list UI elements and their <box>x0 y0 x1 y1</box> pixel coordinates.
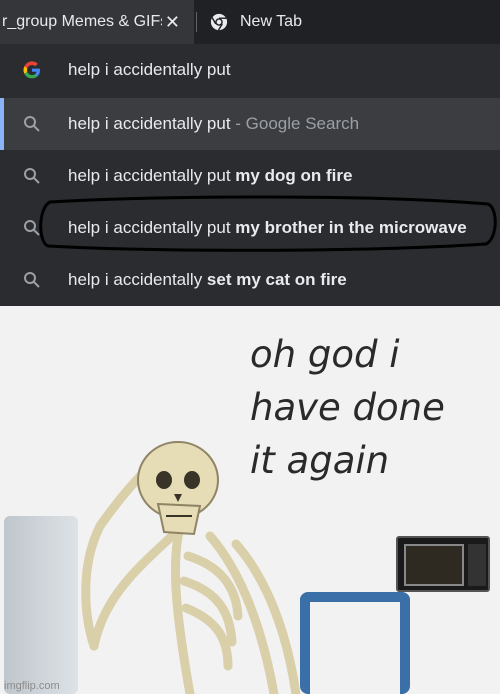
suggestion-suffix: - Google Search <box>230 114 360 133</box>
suggestion-item[interactable]: help i accidentally set my cat on fire <box>0 254 500 306</box>
tab-title: New Tab <box>240 13 302 30</box>
suggestion-prefix: help i accidentally put <box>68 166 236 185</box>
omnibox-dropdown: help i accidentally put help i accidenta… <box>0 44 500 306</box>
search-icon <box>24 116 40 132</box>
suggestion-completion: set my cat on fire <box>206 270 347 289</box>
hand-drawn-circle-annotation <box>39 195 497 252</box>
suggestion-prefix: help i accidentally put <box>68 114 231 133</box>
search-icon <box>24 272 40 288</box>
meme-caption: oh god i have done it again <box>250 328 445 487</box>
meme-image: oh god i have done it again imgflip.com <box>0 306 500 694</box>
tab-memes[interactable]: r_group Memes & GIFs ✕ <box>0 0 194 44</box>
selection-indicator <box>0 98 4 150</box>
suggestion-prefix: help i accidentally <box>68 270 207 289</box>
search-icon <box>24 168 40 184</box>
imgflip-watermark: imgflip.com <box>4 680 60 692</box>
microwave-control-panel <box>468 544 486 586</box>
caption-line: it again <box>250 439 390 482</box>
close-icon[interactable]: ✕ <box>165 12 180 32</box>
tab-title: r_group Memes & GIFs <box>2 13 162 30</box>
suggestion-completion: my dog on fire <box>235 166 353 185</box>
chrome-icon <box>210 13 228 31</box>
microwave-window <box>404 544 464 586</box>
tab-divider <box>196 12 197 32</box>
tab-strip: r_group Memes & GIFs ✕ New Tab <box>0 0 500 44</box>
browser-window: r_group Memes & GIFs ✕ New Tab help i ac… <box>0 0 500 306</box>
omnibox-input-text: help i accidentally put <box>68 60 231 79</box>
microwave-image <box>396 536 490 592</box>
caption-line: oh god i <box>250 333 400 376</box>
google-icon <box>23 61 40 79</box>
caption-line: have done <box>250 386 445 429</box>
suggestion-item[interactable]: help i accidentally put - Google Search <box>0 98 500 150</box>
tab-new-tab[interactable]: New Tab <box>210 0 410 44</box>
omnibox-input[interactable]: help i accidentally put <box>0 44 500 96</box>
